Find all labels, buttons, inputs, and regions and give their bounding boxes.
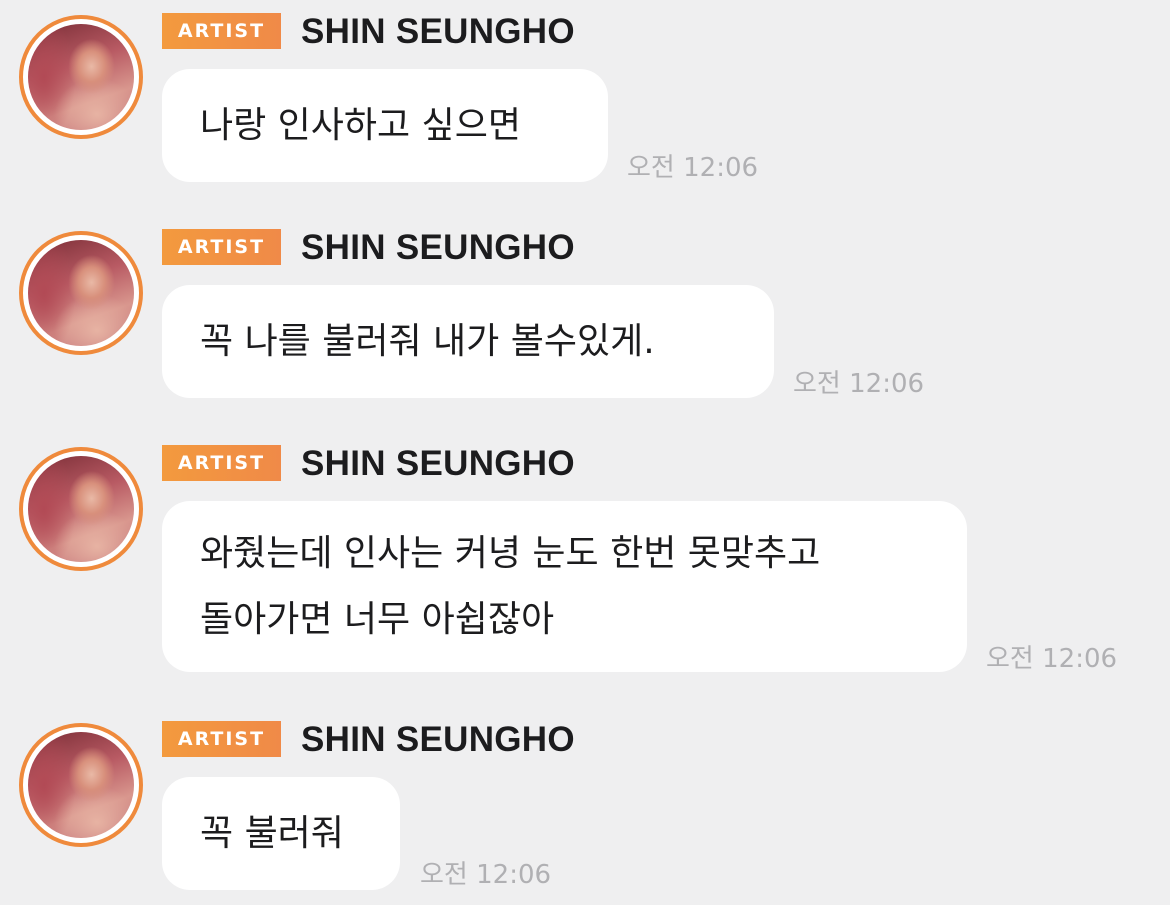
message-text: 꼭 나를 불러줘 내가 볼수있게. [200, 321, 655, 362]
sender-name[interactable]: SHIN SEUNGHO [301, 228, 575, 268]
artist-badge: ARTIST [162, 445, 281, 481]
avatar-photo [28, 456, 134, 562]
avatar-photo [28, 732, 134, 838]
avatar[interactable] [19, 231, 143, 355]
message-bubble[interactable]: 꼭 나를 불러줘 내가 볼수있게. [162, 285, 774, 398]
avatar-photo [28, 240, 134, 346]
message-bubble[interactable]: 와줬는데 인사는 커녕 눈도 한번 못맞추고 돌아가면 너무 아쉽잖아 [162, 501, 967, 672]
artist-badge: ARTIST [162, 721, 281, 757]
message-timestamp: 오전 12:06 [793, 369, 925, 399]
avatar[interactable] [19, 723, 143, 847]
sender-name[interactable]: SHIN SEUNGHO [301, 720, 575, 760]
message-bubble[interactable]: 꼭 불러줘 [162, 777, 400, 890]
sender-name[interactable]: SHIN SEUNGHO [301, 444, 575, 484]
message-text-line: 와줬는데 인사는 커녕 눈도 한번 못맞추고 [200, 533, 821, 574]
message-text: 나랑 인사하고 싶으면 [200, 105, 521, 146]
avatar[interactable] [19, 447, 143, 571]
avatar-photo [28, 24, 134, 130]
message-timestamp: 오전 12:06 [986, 644, 1118, 674]
message-bubble[interactable]: 나랑 인사하고 싶으면 [162, 69, 608, 182]
message-timestamp: 오전 12:06 [627, 153, 759, 183]
avatar[interactable] [19, 15, 143, 139]
message-timestamp: 오전 12:06 [420, 860, 552, 890]
message-text-line: 돌아가면 너무 아쉽잖아 [200, 599, 555, 640]
artist-badge: ARTIST [162, 13, 281, 49]
message-text: 꼭 불러줘 [200, 813, 344, 854]
sender-name[interactable]: SHIN SEUNGHO [301, 12, 575, 52]
artist-badge: ARTIST [162, 229, 281, 265]
